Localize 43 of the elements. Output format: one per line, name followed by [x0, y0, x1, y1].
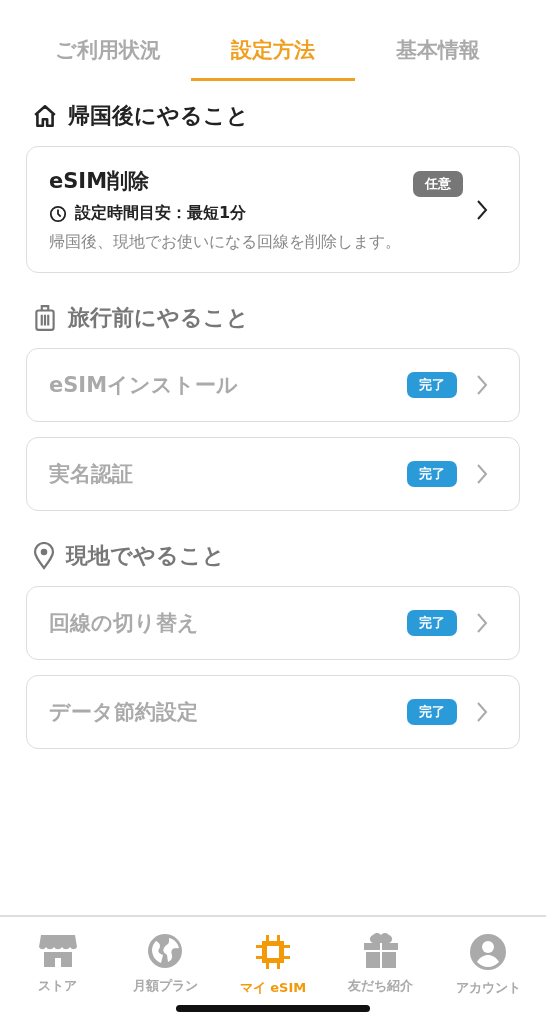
chevron-right-icon: [475, 701, 489, 723]
status-badge: 完了: [407, 610, 457, 636]
chevron-right-icon: [475, 198, 489, 221]
section-heading: 旅行前にやること: [68, 304, 249, 332]
nav-tab[interactable]: ストア: [4, 933, 112, 997]
nav-tab[interactable]: アカウント: [434, 933, 542, 997]
tab[interactable]: ご利用状況: [26, 28, 191, 81]
chevron-right-icon: [475, 463, 489, 485]
task-card[interactable]: eSIM削除 設定時間目安：最短1分 帰国後、現地でお使いになる回線を削除します。 任意: [26, 146, 520, 273]
chevron-right-icon: [475, 374, 489, 396]
storefront-icon: [37, 933, 78, 969]
task-title: 回線の切り替え: [49, 611, 199, 635]
chip-icon: [254, 933, 292, 971]
time-estimate: 設定時間目安：最短1分: [75, 203, 247, 224]
section-heading: 帰国後にやること: [68, 102, 249, 130]
task-title: データ節約設定: [49, 700, 198, 724]
status-badge: 完了: [407, 372, 457, 398]
home-icon: [32, 103, 58, 129]
status-badge: 完了: [407, 699, 457, 725]
home-indicator[interactable]: [176, 1005, 370, 1012]
task-title: eSIMインストール: [49, 373, 239, 397]
clock-icon: [49, 204, 67, 223]
gift-icon: [361, 933, 400, 969]
nav-tab[interactable]: 友だち紹介: [326, 933, 435, 997]
location-pin-icon: [32, 542, 56, 570]
luggage-icon: [32, 304, 58, 332]
account-icon: [469, 933, 508, 971]
nav-tab[interactable]: マイ eSIM: [219, 933, 327, 997]
tab[interactable]: 設定方法: [190, 28, 356, 81]
task-card[interactable]: eSIMインストール 完了: [26, 348, 520, 422]
task-title: eSIM削除: [49, 169, 150, 193]
chevron-right-icon: [475, 612, 489, 634]
nav-tab[interactable]: 月額プラン: [111, 933, 220, 997]
status-badge: 任意: [413, 171, 463, 197]
task-card[interactable]: 回線の切り替え 完了: [26, 586, 520, 660]
task-title: 実名認証: [49, 462, 133, 486]
task-card[interactable]: 実名認証 完了: [26, 437, 520, 511]
section-heading: 現地でやること: [66, 542, 225, 570]
task-description: 帰国後、現地でお使いになる回線を削除します。: [49, 232, 402, 252]
task-card[interactable]: データ節約設定 完了: [26, 675, 520, 749]
tab[interactable]: 基本情報: [355, 28, 520, 81]
status-badge: 完了: [407, 461, 457, 487]
globe-icon: [147, 933, 184, 969]
